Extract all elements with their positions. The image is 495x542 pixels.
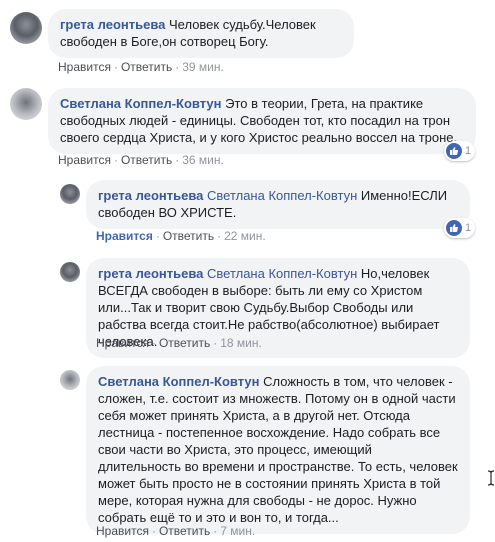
comment-author[interactable]: грета леонтьева <box>60 17 165 32</box>
reply-link[interactable]: Ответить <box>121 60 172 74</box>
comment-actions: Нравится · Ответить · 22 мин. <box>96 229 266 243</box>
comment-author[interactable]: грета леонтьева <box>98 188 203 203</box>
comment-text: Сложность в том, что человек - сложен, т… <box>98 374 458 525</box>
like-link[interactable]: Нравится <box>58 153 111 167</box>
avatar[interactable] <box>60 262 80 282</box>
avatar[interactable] <box>60 370 80 390</box>
comment-author[interactable]: грета леонтьева <box>98 266 203 281</box>
comment-actions: Нравится · Ответить · 7 мин. <box>96 524 256 538</box>
comment-actions: Нравится · Ответить · 36 мин. <box>58 153 224 167</box>
comment-bubble: грета леонтьева Светлана Коппел-Ковтун И… <box>86 180 470 229</box>
comment-time[interactable]: 18 мин. <box>220 336 262 350</box>
text-cursor-icon <box>487 470 495 489</box>
comment-author[interactable]: Светлана Коппел-Ковтун <box>98 374 260 389</box>
comment-mention[interactable]: Светлана Коппел-Ковтун <box>207 266 357 281</box>
like-link[interactable]: Нравится <box>96 229 153 243</box>
thumbs-up-icon <box>446 220 462 236</box>
comment-actions: Нравится · Ответить · 39 мин. <box>58 60 224 74</box>
reply-link[interactable]: Ответить <box>159 336 210 350</box>
reply-link[interactable]: Ответить <box>159 524 210 538</box>
like-link[interactable]: Нравится <box>58 60 111 74</box>
avatar[interactable] <box>10 88 42 120</box>
comment-time[interactable]: 22 мин. <box>224 229 266 243</box>
like-link[interactable]: Нравится <box>96 336 149 350</box>
avatar[interactable] <box>10 12 42 44</box>
comment-bubble: Светлана Коппел-Ковтун Это в теории, Гре… <box>48 88 476 154</box>
reaction-number: 1 <box>465 145 472 157</box>
reply-link[interactable]: Ответить <box>121 153 172 167</box>
comment-time[interactable]: 36 мин. <box>182 153 224 167</box>
comment-mention[interactable]: Светлана Коппел-Ковтун <box>207 188 357 203</box>
comment-bubble: грета леонтьева Человек судьбу.Человек с… <box>48 9 354 58</box>
reaction-count[interactable]: 1 <box>444 218 476 238</box>
comment-time[interactable]: 39 мин. <box>182 60 224 74</box>
reply-link[interactable]: Ответить <box>163 229 214 243</box>
thumbs-up-icon <box>446 143 462 159</box>
comment-actions: Нравится · Ответить · 18 мин. <box>96 336 262 350</box>
reaction-number: 1 <box>465 222 472 234</box>
like-link[interactable]: Нравится <box>96 524 149 538</box>
comment-time[interactable]: 7 мин. <box>220 524 255 538</box>
reaction-count[interactable]: 1 <box>444 141 476 161</box>
comment-author[interactable]: Светлана Коппел-Ковтун <box>60 96 222 111</box>
avatar[interactable] <box>60 184 80 204</box>
comment-bubble: Светлана Коппел-Ковтун Сложность в том, … <box>86 366 470 534</box>
